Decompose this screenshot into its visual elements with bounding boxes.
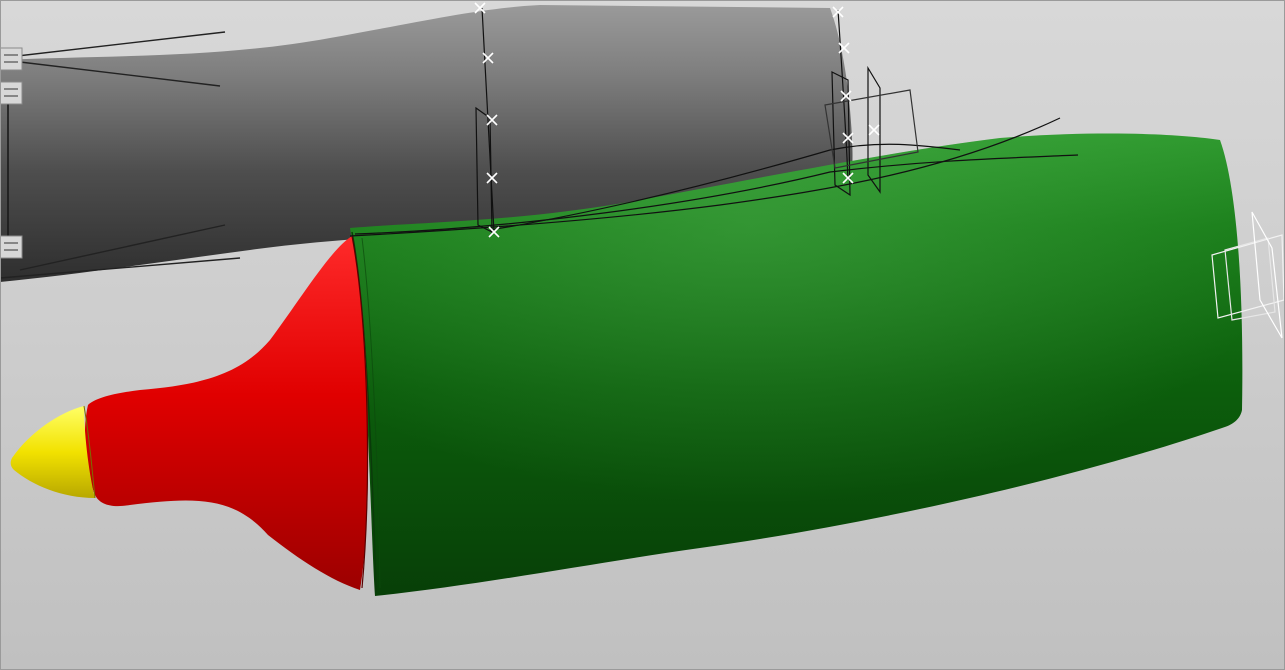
edge-handle[interactable]: [0, 81, 23, 105]
edge-handle[interactable]: [0, 47, 23, 71]
3d-viewport[interactable]: [0, 0, 1285, 670]
edge-handle[interactable]: [0, 235, 23, 259]
3d-scene[interactable]: [0, 0, 1285, 670]
